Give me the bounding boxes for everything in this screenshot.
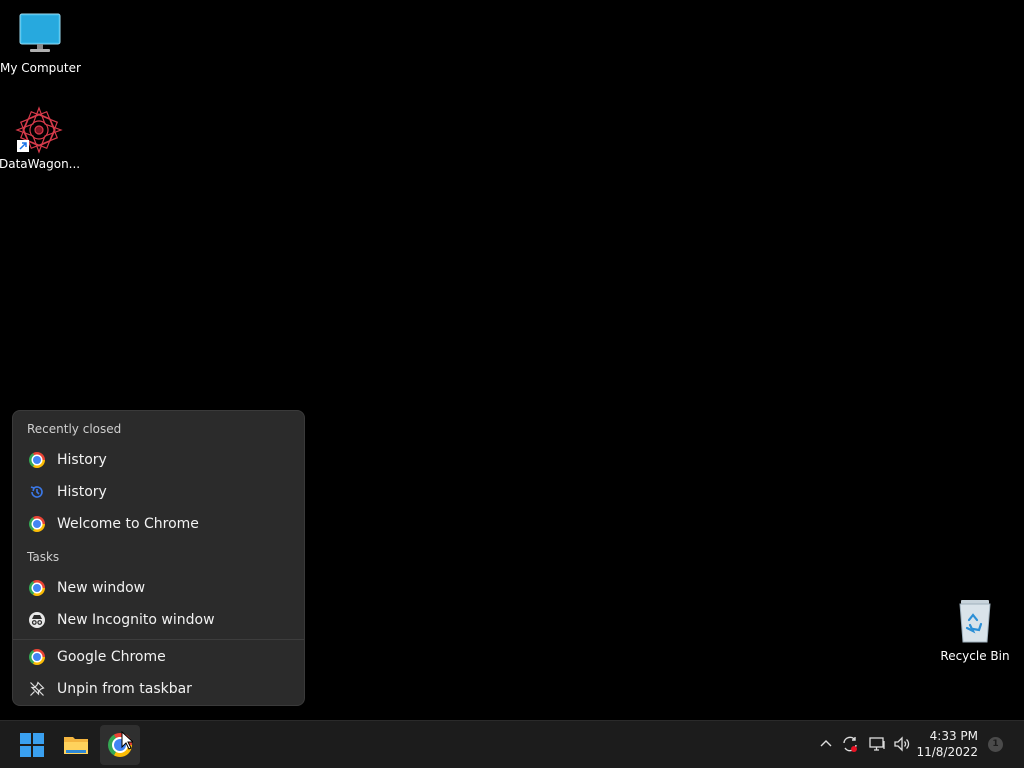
- history-icon: [29, 484, 45, 500]
- desktop-icon-my-computer[interactable]: My Computer: [0, 10, 81, 76]
- chrome-icon: [29, 649, 45, 665]
- jumplist-item-label: Unpin from taskbar: [57, 681, 192, 697]
- unpin-from-taskbar[interactable]: Unpin from taskbar: [17, 674, 300, 704]
- task-new-incognito-window[interactable]: New Incognito window: [17, 605, 300, 635]
- clock-date-time[interactable]: 4:33 PM 11/8/2022: [916, 728, 978, 760]
- network-icon[interactable]: [869, 735, 887, 753]
- jumplist-item-label: History: [57, 452, 107, 468]
- recently-closed-item-history-page[interactable]: History: [17, 477, 300, 507]
- chrome-taskbar-button[interactable]: [100, 725, 140, 765]
- monitor-icon: [16, 10, 64, 58]
- notification-count: 1: [992, 739, 999, 749]
- volume-icon[interactable]: [893, 735, 911, 753]
- incognito-icon: [29, 612, 45, 628]
- recently-closed-item-history[interactable]: History: [17, 445, 300, 475]
- chrome-jump-list: Recently closed History History Welcome …: [12, 410, 305, 706]
- taskbar: 4:33 PM 11/8/2022 1: [0, 720, 1024, 768]
- chrome-icon: [29, 580, 45, 596]
- jumplist-item-label: Google Chrome: [57, 649, 166, 665]
- task-new-window[interactable]: New window: [17, 573, 300, 603]
- open-google-chrome[interactable]: Google Chrome: [17, 642, 300, 672]
- clock-date: 11/8/2022: [916, 745, 978, 759]
- sync-alert-icon[interactable]: [841, 735, 859, 753]
- jumplist-item-label: New Incognito window: [57, 612, 215, 628]
- start-icon: [20, 733, 44, 757]
- clock-time: 4:33 PM: [929, 729, 978, 743]
- tasks-header: Tasks: [27, 550, 60, 564]
- jumplist-item-label: Welcome to Chrome: [57, 516, 199, 532]
- desktop-icon-label: Recycle Bin: [940, 649, 1010, 663]
- recently-closed-header: Recently closed: [27, 422, 122, 436]
- desktop-icon-label: DataWagon...: [0, 157, 81, 171]
- show-hidden-icons-chevron-up-icon[interactable]: [817, 735, 835, 753]
- mouse-cursor-icon: [121, 730, 135, 755]
- datawagon-logo-icon: [15, 106, 63, 154]
- file-explorer-button[interactable]: [56, 725, 96, 765]
- recently-closed-item-welcome[interactable]: Welcome to Chrome: [17, 509, 300, 539]
- start-button[interactable]: [12, 725, 52, 765]
- jumplist-item-label: New window: [57, 580, 146, 596]
- recycle-bin-icon: [951, 598, 999, 646]
- unpin-icon: [29, 681, 45, 697]
- jumplist-divider: [13, 639, 304, 640]
- desktop-icon-recycle-bin[interactable]: Recycle Bin: [935, 598, 1015, 664]
- chrome-icon: [29, 452, 45, 468]
- desktop-icon-label: My Computer: [0, 61, 81, 75]
- desktop-icon-datawagon[interactable]: DataWagon...: [0, 106, 81, 172]
- chrome-icon: [29, 516, 45, 532]
- notification-badge[interactable]: 1: [988, 737, 1003, 752]
- file-explorer-icon: [64, 737, 88, 754]
- jumplist-item-label: History: [57, 484, 107, 500]
